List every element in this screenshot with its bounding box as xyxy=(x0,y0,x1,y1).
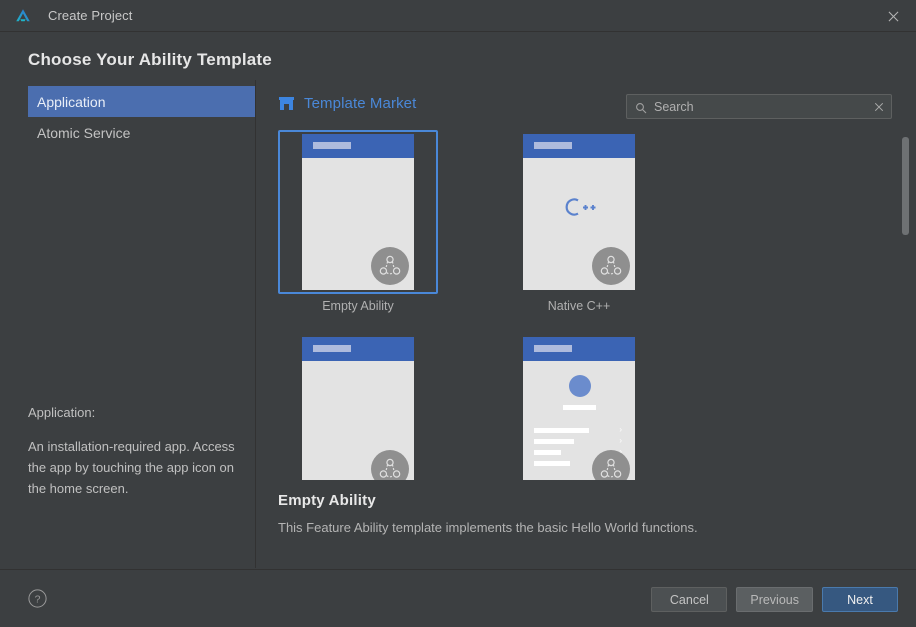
template-thumbnail xyxy=(278,130,438,294)
template-market-link[interactable]: Template Market xyxy=(278,95,416,112)
profile-name-placeholder xyxy=(563,405,596,410)
cpp-logo-icon xyxy=(523,196,635,218)
sidebar-item-label: Application xyxy=(37,93,106,110)
template-detail-description: This Feature Ability template implements… xyxy=(278,520,698,535)
phone-title-bar xyxy=(523,134,635,158)
sidebar-item-label: Atomic Service xyxy=(37,124,131,141)
template-card-label: Empty Ability xyxy=(322,299,394,313)
template-market-label: Template Market xyxy=(304,95,417,112)
footer: ? Cancel Previous Next xyxy=(0,569,916,627)
template-detail: Empty Ability This Feature Ability templ… xyxy=(278,492,898,535)
distributed-ability-icon xyxy=(371,450,409,480)
window-title: Create Project xyxy=(48,8,133,23)
template-card-native-cpp[interactable]: Native C++ xyxy=(499,130,659,313)
phone-title-bar xyxy=(302,134,414,158)
search-icon xyxy=(635,101,647,113)
template-grid: Empty Ability Native C++ › › › xyxy=(278,128,898,480)
sidebar-description-heading: Application: xyxy=(28,405,96,420)
template-card-label: Native C++ xyxy=(547,299,611,313)
phone-title-bar xyxy=(523,337,635,361)
search-clear-icon[interactable] xyxy=(867,95,891,119)
phone-mockup: › › › › xyxy=(523,337,635,480)
list-item: › xyxy=(534,436,624,447)
dialog-buttons: Cancel Previous Next xyxy=(651,587,898,612)
template-card-empty-ability[interactable]: Empty Ability xyxy=(278,130,438,313)
chevron-right-icon: › xyxy=(619,436,622,445)
sidebar-description-body: An installation-required app. Access the… xyxy=(28,439,235,496)
sidebar-item-application[interactable]: Application xyxy=(28,86,255,117)
list-item: › xyxy=(534,425,624,436)
phone-mockup xyxy=(302,134,414,290)
distributed-ability-icon xyxy=(592,247,630,285)
template-panel: Template Market Search Empty Ability Nat… xyxy=(257,80,916,568)
store-icon xyxy=(278,96,295,111)
template-card-row2-2[interactable]: › › › › xyxy=(499,333,659,480)
cancel-button[interactable]: Cancel xyxy=(651,587,728,612)
sidebar-list: Application Atomic Service xyxy=(28,86,255,148)
template-grid-scrollbar[interactable] xyxy=(902,128,909,480)
template-card-row2-1[interactable] xyxy=(278,333,438,480)
create-project-dialog: Create Project Choose Your Ability Templ… xyxy=(0,0,916,627)
template-thumbnail xyxy=(278,333,438,480)
sidebar-item-atomic-service[interactable]: Atomic Service xyxy=(28,117,255,148)
page-title: Choose Your Ability Template xyxy=(28,50,272,69)
chevron-right-icon: › xyxy=(619,425,622,434)
sidebar: Application Atomic Service Application: … xyxy=(0,80,256,568)
search-box[interactable] xyxy=(626,94,892,119)
close-icon[interactable] xyxy=(870,0,916,32)
search-input[interactable] xyxy=(654,99,867,114)
template-thumbnail xyxy=(499,130,659,294)
template-thumbnail: › › › › xyxy=(499,333,659,480)
scrollbar-thumb[interactable] xyxy=(902,137,909,235)
next-button[interactable]: Next xyxy=(822,587,898,612)
phone-title-bar xyxy=(302,337,414,361)
template-detail-title: Empty Ability xyxy=(278,492,376,509)
distributed-ability-icon xyxy=(592,450,630,480)
avatar xyxy=(569,375,591,397)
phone-mockup xyxy=(302,337,414,480)
template-grid-viewport: Empty Ability Native C++ › › › xyxy=(278,128,898,480)
phone-mockup xyxy=(523,134,635,290)
distributed-ability-icon xyxy=(371,247,409,285)
title-bar: Create Project xyxy=(0,0,916,32)
previous-button[interactable]: Previous xyxy=(736,587,813,612)
help-icon[interactable]: ? xyxy=(28,589,47,608)
deveco-logo-icon xyxy=(14,7,32,25)
svg-text:?: ? xyxy=(35,593,41,605)
sidebar-description: Application: An installation-required ap… xyxy=(28,402,243,499)
